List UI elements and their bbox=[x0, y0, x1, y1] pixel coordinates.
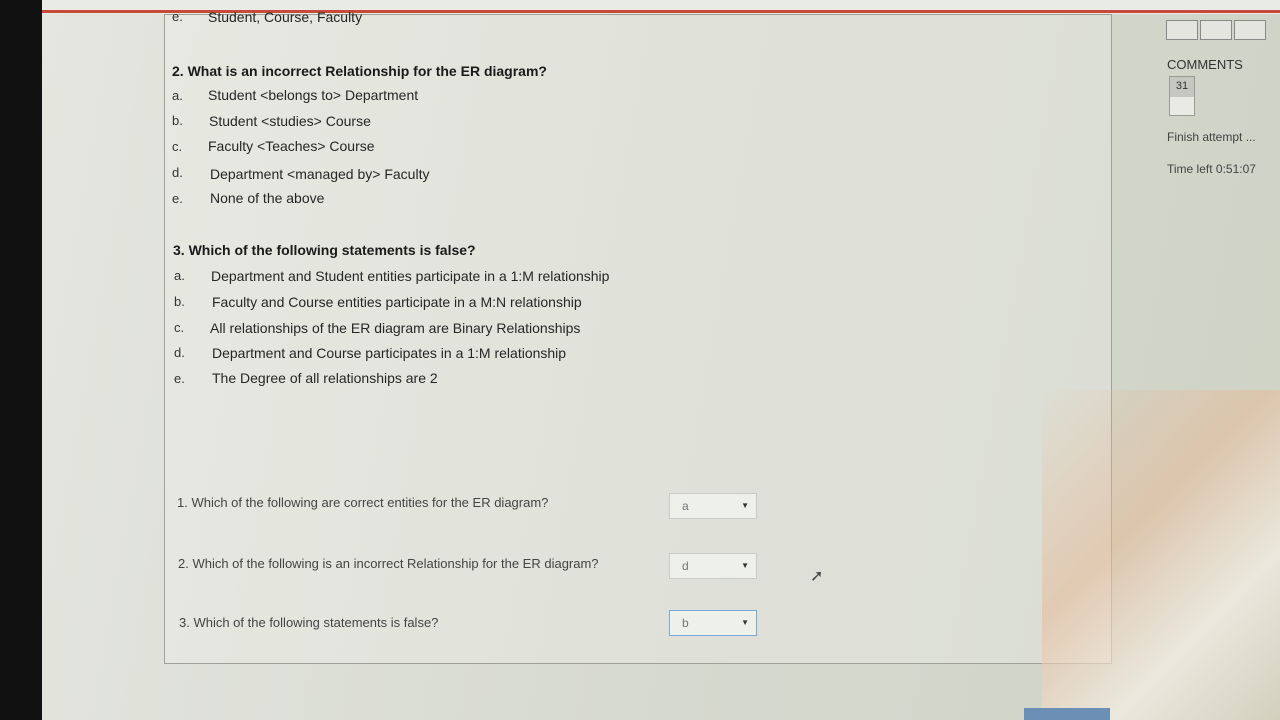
answer-select[interactable]: b ▼ bbox=[669, 610, 757, 636]
monitor-bezel bbox=[0, 0, 42, 720]
option-text[interactable]: Department and Course participates in a … bbox=[212, 345, 566, 361]
question-title: 2. What is an incorrect Relationship for… bbox=[172, 63, 547, 79]
option-letter: e. bbox=[172, 9, 183, 24]
option-text[interactable]: Department and Student entities particip… bbox=[211, 268, 609, 284]
time-left: Time left 0:51:07 bbox=[1167, 162, 1256, 176]
option-letter: c. bbox=[172, 139, 183, 154]
dropdown-caret-icon: ▼ bbox=[741, 561, 749, 570]
option-text[interactable]: Faculty <Teaches> Course bbox=[208, 138, 375, 154]
answer-select[interactable]: d ▼ bbox=[669, 553, 757, 579]
option-text[interactable]: Student <studies> Course bbox=[209, 113, 371, 129]
option-text[interactable]: All relationships of the ER diagram are … bbox=[210, 320, 580, 336]
matching-question: 2. Which of the following is an incorrec… bbox=[178, 556, 599, 571]
option-letter: d. bbox=[172, 165, 183, 180]
nav-box[interactable] bbox=[1200, 20, 1232, 40]
option-letter: d. bbox=[174, 345, 185, 360]
option-letter: e. bbox=[172, 191, 183, 206]
option-letter: c. bbox=[174, 320, 185, 335]
option-text[interactable]: Faculty and Course entities participate … bbox=[212, 294, 582, 310]
matching-question: 3. Which of the following statements is … bbox=[179, 615, 439, 630]
option-letter: a. bbox=[172, 88, 183, 103]
dropdown-caret-icon: ▼ bbox=[741, 501, 749, 510]
next-button[interactable] bbox=[1024, 708, 1110, 720]
select-value: a bbox=[682, 499, 689, 513]
answer-select[interactable]: a ▼ bbox=[669, 493, 757, 519]
nav-box[interactable] bbox=[1166, 20, 1198, 40]
sidebar-title: COMMENTS bbox=[1167, 57, 1243, 72]
matching-question: 1. Which of the following are correct en… bbox=[177, 495, 549, 510]
select-value: d bbox=[682, 559, 689, 573]
option-letter: e. bbox=[174, 371, 185, 386]
option-text[interactable]: The Degree of all relationships are 2 bbox=[212, 370, 438, 386]
option-text: Student, Course, Faculty bbox=[208, 9, 363, 25]
window-reflection bbox=[1042, 390, 1280, 720]
option-letter: b. bbox=[172, 113, 183, 128]
screen: e. Student, Course, Faculty 2. What is a… bbox=[42, 0, 1280, 720]
option-text[interactable]: None of the above bbox=[210, 190, 324, 206]
question-title: 3. Which of the following statements is … bbox=[173, 242, 476, 258]
question-number: 31 bbox=[1175, 80, 1189, 92]
dropdown-caret-icon: ▼ bbox=[741, 618, 749, 627]
question-nav-boxes[interactable] bbox=[1166, 20, 1268, 45]
finish-attempt-link[interactable]: Finish attempt ... bbox=[1167, 130, 1256, 144]
option-text[interactable]: Department <managed by> Faculty bbox=[210, 166, 429, 182]
select-value: b bbox=[682, 616, 689, 630]
quiz-panel: e. Student, Course, Faculty 2. What is a… bbox=[164, 9, 1112, 664]
mouse-cursor-icon: ➚ bbox=[810, 568, 824, 585]
option-letter: b. bbox=[174, 294, 185, 309]
question-number-box[interactable]: 31 bbox=[1169, 76, 1195, 116]
option-letter: a. bbox=[174, 268, 185, 283]
nav-box[interactable] bbox=[1234, 20, 1266, 40]
option-text[interactable]: Student <belongs to> Department bbox=[208, 87, 418, 103]
